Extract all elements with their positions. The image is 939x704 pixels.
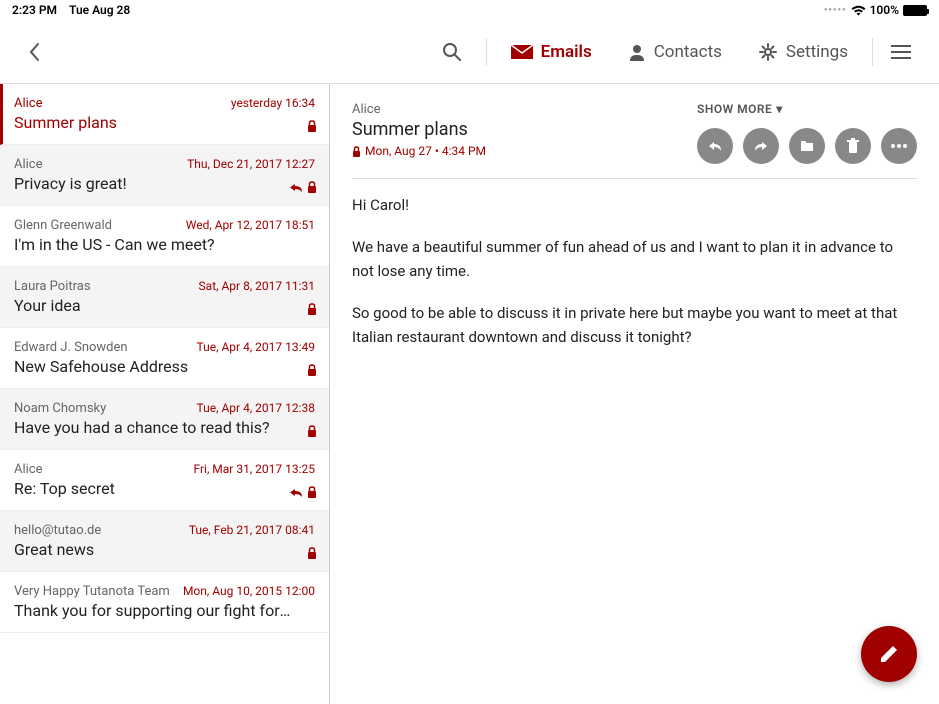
nav-emails-label: Emails xyxy=(541,42,592,62)
battery-pct: 100% xyxy=(870,3,899,17)
mail-item[interactable]: Very Happy Tutanota Team Mon, Aug 10, 201… xyxy=(0,572,329,633)
mail-date: Sat, Apr 8, 2017 11:31 xyxy=(199,279,315,293)
mail-subject: Great news xyxy=(14,540,315,559)
mail-sender: Alice xyxy=(14,96,43,111)
nav-contacts[interactable]: Contacts xyxy=(610,34,740,70)
mail-sender: Glenn Greenwald xyxy=(14,218,112,233)
mail-date: Thu, Dec 21, 2017 12:27 xyxy=(187,157,315,171)
mail-item[interactable]: Glenn Greenwald Wed, Apr 12, 2017 18:51 I'… xyxy=(0,206,329,267)
mail-icon xyxy=(511,45,533,59)
status-bar: 2:23 PM Tue Aug 28 ••••• 100% xyxy=(0,0,939,20)
lock-icon xyxy=(307,486,317,498)
mail-list[interactable]: Alice yesterday 16:34 Summer plans Alice Thu… xyxy=(0,84,330,704)
signal-icon: ••••• xyxy=(824,5,847,16)
mail-date: Tue, Apr 4, 2017 12:38 xyxy=(197,401,315,415)
nav-settings-label: Settings xyxy=(786,42,848,62)
archive-button[interactable] xyxy=(789,128,825,164)
divider xyxy=(872,38,873,66)
mail-item[interactable]: Noam Chomsky Tue, Apr 4, 2017 12:38 Have y… xyxy=(0,389,329,450)
battery-icon xyxy=(903,5,927,16)
chevron-down-icon: ▾ xyxy=(776,102,783,116)
nav-contacts-label: Contacts xyxy=(654,42,722,62)
divider xyxy=(352,178,917,179)
mail-subject: Summer plans xyxy=(14,113,315,132)
status-date: Tue Aug 28 xyxy=(69,3,130,17)
main-content: Alice yesterday 16:34 Summer plans Alice Thu… xyxy=(0,84,939,704)
detail-from: Alice xyxy=(352,102,486,117)
detail-meta: Mon, Aug 27 • 4:34 PM xyxy=(352,144,486,158)
gear-icon xyxy=(758,42,778,62)
lock-icon xyxy=(307,364,317,376)
mail-sender: Alice xyxy=(14,157,43,172)
mail-date: Fri, Mar 31, 2017 13:25 xyxy=(193,462,315,476)
top-bar: Emails Contacts Settings xyxy=(0,20,939,84)
forward-button[interactable] xyxy=(743,128,779,164)
reply-icon xyxy=(289,182,303,193)
lock-icon xyxy=(307,303,317,315)
compose-button[interactable] xyxy=(861,626,917,682)
body-paragraph: Hi Carol! xyxy=(352,193,917,217)
mail-date: Tue, Feb 21, 2017 08:41 xyxy=(189,523,315,537)
lock-icon xyxy=(307,181,317,193)
menu-button[interactable] xyxy=(879,36,923,68)
mail-date: Tue, Apr 4, 2017 13:49 xyxy=(197,340,315,354)
nav-settings[interactable]: Settings xyxy=(740,34,866,70)
search-button[interactable] xyxy=(424,34,480,70)
show-more-button[interactable]: SHOW MORE ▾ xyxy=(697,102,917,116)
back-button[interactable] xyxy=(16,34,52,70)
mail-date: Mon, Aug 10, 2015 12:00 xyxy=(183,584,315,598)
body-paragraph: We have a beautiful summer of fun ahead … xyxy=(352,235,917,283)
lock-icon xyxy=(307,425,317,437)
mail-sender: Alice xyxy=(14,462,43,477)
mail-item[interactable]: hello@tutao.de Tue, Feb 21, 2017 08:41 Gre… xyxy=(0,511,329,572)
more-button[interactable] xyxy=(881,128,917,164)
delete-button[interactable] xyxy=(835,128,871,164)
nav-emails[interactable]: Emails xyxy=(493,34,610,70)
lock-icon xyxy=(307,547,317,559)
mail-subject: New Safehouse Address xyxy=(14,357,315,376)
reply-button[interactable] xyxy=(697,128,733,164)
mail-item[interactable]: Alice Fri, Mar 31, 2017 13:25 Re: Top secr… xyxy=(0,450,329,511)
mail-body: Hi Carol! We have a beautiful summer of f… xyxy=(352,193,917,349)
mail-subject: Re: Top secret xyxy=(14,479,315,498)
mail-subject: Your idea xyxy=(14,296,315,315)
detail-date: Mon, Aug 27 • 4:34 PM xyxy=(365,144,486,158)
wifi-icon xyxy=(851,5,866,16)
divider xyxy=(486,38,487,66)
reply-icon xyxy=(289,487,303,498)
mail-subject: Thank you for supporting our fight for p… xyxy=(14,601,315,620)
mail-subject: Privacy is great! xyxy=(14,174,315,193)
person-icon xyxy=(628,43,646,61)
mail-item[interactable]: Alice yesterday 16:34 Summer plans xyxy=(0,84,329,145)
lock-icon xyxy=(352,146,361,157)
lock-icon xyxy=(307,120,317,132)
status-time: 2:23 PM xyxy=(12,3,57,17)
mail-item[interactable]: Alice Thu, Dec 21, 2017 12:27 Privacy is g… xyxy=(0,145,329,206)
mail-sender: Very Happy Tutanota Team xyxy=(14,584,170,599)
mail-detail: Alice Summer plans Mon, Aug 27 • 4:34 PM… xyxy=(330,84,939,704)
mail-subject: I'm in the US - Can we meet? xyxy=(14,235,315,254)
mail-sender: Laura Poitras xyxy=(14,279,91,294)
mail-item[interactable]: Edward J. Snowden Tue, Apr 4, 2017 13:49 N… xyxy=(0,328,329,389)
mail-date: yesterday 16:34 xyxy=(231,96,315,110)
mail-sender: Noam Chomsky xyxy=(14,401,106,416)
detail-subject: Summer plans xyxy=(352,119,486,140)
mail-subject: Have you had a chance to read this? xyxy=(14,418,315,437)
mail-sender: hello@tutao.de xyxy=(14,523,101,538)
show-more-label: SHOW MORE xyxy=(697,102,772,116)
body-paragraph: So good to be able to discuss it in priv… xyxy=(352,301,917,349)
mail-sender: Edward J. Snowden xyxy=(14,340,128,355)
mail-date: Wed, Apr 12, 2017 18:51 xyxy=(186,218,315,232)
mail-item[interactable]: Laura Poitras Sat, Apr 8, 2017 11:31 Your … xyxy=(0,267,329,328)
